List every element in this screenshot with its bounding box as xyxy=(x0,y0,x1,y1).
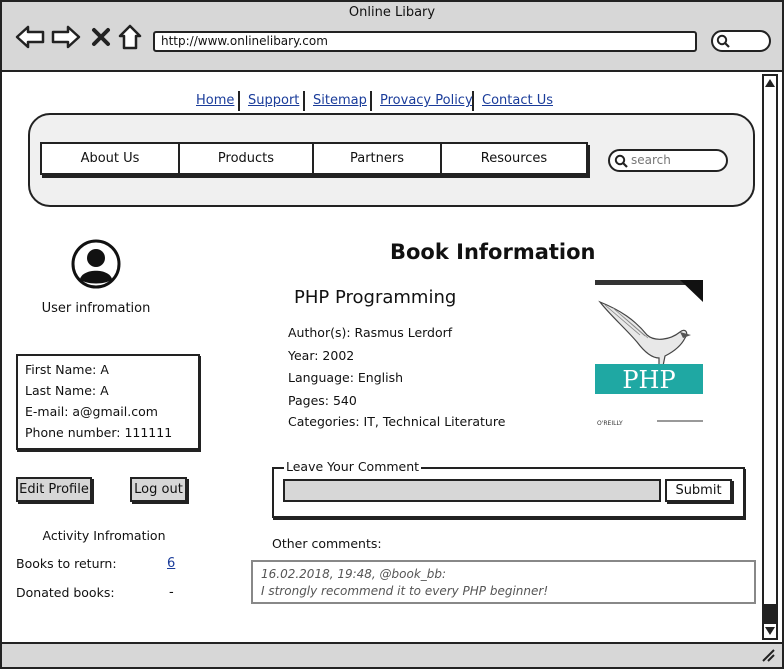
other-comments-label: Other comments: xyxy=(272,536,382,551)
link-sitemap[interactable]: Sitemap xyxy=(313,93,367,108)
comment-form-legend: Leave Your Comment xyxy=(284,459,422,474)
book-pages: Pages: 540 xyxy=(288,393,357,408)
books-to-return-label: Books to return: xyxy=(16,556,117,571)
back-arrow-icon[interactable] xyxy=(15,22,45,52)
cover-title-text: PHP xyxy=(622,366,675,394)
cover-publisher-text: O'REILLY xyxy=(597,420,623,427)
comment-text: I strongly recommend it to every PHP beg… xyxy=(261,584,549,598)
user-details-box: First Name: A Last Name: A E-mail: a@gma… xyxy=(16,354,200,450)
book-cover-image: PHP O'REILLY xyxy=(585,280,712,430)
book-authors: Author(s): Rasmus Lerdorf xyxy=(288,325,453,340)
forward-arrow-icon[interactable] xyxy=(51,22,81,52)
url-input[interactable]: http://www.onlinelibary.com xyxy=(153,31,697,52)
window-title: Online Libary xyxy=(348,5,436,20)
site-search-input[interactable]: search xyxy=(608,149,728,172)
menu-item-partners[interactable]: Partners xyxy=(314,144,442,173)
link-support[interactable]: Support xyxy=(248,93,299,108)
book-language: Language: English xyxy=(288,370,404,385)
stop-icon[interactable] xyxy=(88,22,114,52)
scroll-up-icon[interactable] xyxy=(764,76,776,90)
page-title: Book Information xyxy=(390,240,596,264)
activity-info-title: Activity Infromation xyxy=(42,528,166,543)
link-home[interactable]: Home xyxy=(196,93,234,108)
main-menu: About Us Products Partners Resources xyxy=(40,142,588,175)
link-divider xyxy=(472,91,474,111)
books-to-return-link[interactable]: 6 xyxy=(167,556,175,571)
vertical-scrollbar[interactable] xyxy=(762,74,778,640)
book-categories: Categories: IT, Technical Literature xyxy=(288,414,506,429)
browser-statusbar xyxy=(0,642,784,669)
user-info-label: User infromation xyxy=(41,301,151,316)
user-avatar-icon xyxy=(71,239,121,289)
first-name-text: First Name: A xyxy=(25,362,109,377)
link-divider xyxy=(303,91,305,111)
menu-item-products[interactable]: Products xyxy=(180,144,314,173)
donated-books-label: Donated books: xyxy=(16,585,115,600)
menu-item-resources[interactable]: Resources xyxy=(442,144,586,173)
comment-input[interactable] xyxy=(283,479,661,502)
browser-search-input[interactable] xyxy=(711,30,771,52)
link-divider xyxy=(238,91,240,111)
link-privacy-policy[interactable]: Provacy Policy xyxy=(380,93,473,108)
search-icon xyxy=(716,34,730,48)
donated-books-value: - xyxy=(169,585,174,600)
comment-item: 16.02.2018, 19:48, @book_bb: I strongly … xyxy=(251,560,756,604)
book-title: PHP Programming xyxy=(294,287,457,308)
email-text: E-mail: a@gmail.com xyxy=(25,404,158,419)
scrollbar-thumb[interactable] xyxy=(764,604,776,624)
book-year: Year: 2002 xyxy=(288,348,355,363)
comment-meta: 16.02.2018, 19:48, @book_bb: xyxy=(261,567,447,581)
link-contact-us[interactable]: Contact Us xyxy=(482,93,553,108)
phone-text: Phone number: 111111 xyxy=(25,425,173,440)
search-placeholder: search xyxy=(631,153,671,167)
logout-button[interactable]: Log out xyxy=(130,477,187,502)
resize-grip-icon[interactable] xyxy=(760,645,776,663)
search-icon xyxy=(614,154,628,168)
home-icon[interactable] xyxy=(116,22,144,52)
edit-profile-button[interactable]: Edit Profile xyxy=(16,477,92,502)
menu-item-about-us[interactable]: About Us xyxy=(42,144,180,173)
submit-button[interactable]: Submit xyxy=(665,479,732,502)
last-name-text: Last Name: A xyxy=(25,383,109,398)
link-divider xyxy=(370,91,372,111)
scroll-down-icon[interactable] xyxy=(764,624,776,638)
